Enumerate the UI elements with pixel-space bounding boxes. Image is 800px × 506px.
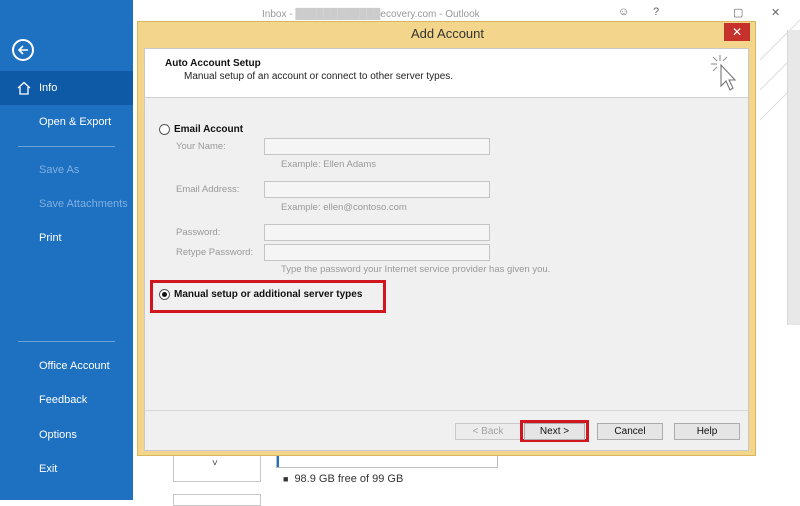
background-scrollbar[interactable]: [787, 30, 800, 325]
retype-password-label: Retype Password:: [176, 247, 254, 258]
cancel-button[interactable]: Cancel: [597, 423, 663, 440]
auto-setup-cursor-icon: [711, 55, 737, 91]
sidebar-item-label: Info: [39, 82, 58, 94]
home-icon: [17, 81, 31, 95]
back-nav-button[interactable]: < Back: [455, 423, 521, 440]
backstage-sidebar: Info Open & Export Save As Save Attachme…: [0, 0, 133, 500]
dialog-title: Add Account: [411, 26, 484, 41]
sidebar-item-label: Save As: [39, 164, 80, 176]
sidebar-item-info[interactable]: Info: [0, 71, 133, 105]
sidebar-item-feedback[interactable]: Feedback: [0, 383, 133, 417]
add-account-dialog: Add Account ✕ Auto Account Setup Manual …: [137, 21, 756, 456]
sidebar-item-print[interactable]: Print: [0, 221, 133, 255]
manual-setup-label[interactable]: Manual setup or additional server types: [174, 289, 362, 300]
sidebar-item-options[interactable]: Options: [0, 418, 133, 452]
sidebar-item-label: Exit: [39, 463, 58, 475]
sidebar-item-save-attachments: Save Attachments: [0, 187, 133, 221]
header-title: Auto Account Setup: [165, 58, 261, 69]
sidebar-divider: [18, 341, 115, 342]
dialog-header: Auto Account Setup Manual setup of an ac…: [145, 49, 748, 98]
back-button[interactable]: [12, 39, 34, 61]
email-account-label[interactable]: Email Account: [174, 124, 243, 135]
close-icon: ✕: [731, 25, 743, 39]
dialog-content: Auto Account Setup Manual setup of an ac…: [144, 48, 749, 451]
sidebar-item-open-export[interactable]: Open & Export: [0, 105, 133, 139]
email-account-radio[interactable]: [159, 124, 170, 135]
sidebar-item-label: Open & Export: [39, 116, 112, 128]
sidebar-item-label: Save Attachments: [39, 198, 128, 210]
email-address-label: Email Address:: [176, 184, 240, 195]
your-name-hint: Example: Ellen Adams: [281, 159, 377, 170]
sidebar-item-office-account[interactable]: Office Account: [0, 349, 133, 383]
password-label: Password:: [176, 227, 221, 238]
your-name-input[interactable]: [264, 138, 490, 155]
sidebar-item-label: Print: [39, 232, 62, 244]
restore-icon[interactable]: ▢: [733, 6, 743, 19]
storage-free-text: ■ 98.9 GB free of 99 GB: [283, 473, 404, 485]
header-subtitle: Manual setup of an account or connect to…: [184, 71, 454, 82]
help-button[interactable]: Help: [674, 423, 740, 440]
email-address-hint: Example: ellen@contoso.com: [281, 202, 407, 213]
dialog-close-button[interactable]: ✕: [724, 23, 750, 41]
sidebar-item-exit[interactable]: Exit: [0, 452, 133, 486]
password-hint: Type the password your Internet service …: [281, 264, 551, 275]
help-icon[interactable]: ?: [653, 6, 659, 18]
mailbox-cleanup-button[interactable]: [173, 494, 261, 506]
manual-setup-radio[interactable]: [159, 289, 170, 300]
back-arrow-icon: [17, 45, 28, 55]
account-icon[interactable]: ☺: [618, 6, 629, 18]
sidebar-item-label: Options: [39, 429, 77, 441]
next-button[interactable]: Next >: [524, 423, 585, 440]
sidebar-item-label: Feedback: [39, 394, 88, 406]
button-row-divider: [145, 410, 748, 411]
retype-password-input[interactable]: [264, 244, 490, 261]
email-address-input[interactable]: [264, 181, 490, 198]
sidebar-item-save-as: Save As: [0, 153, 133, 187]
password-input[interactable]: [264, 224, 490, 241]
window-title: Inbox - ████████████ecovery.com - Outloo…: [262, 9, 480, 20]
sidebar-divider: [18, 146, 115, 147]
your-name-label: Your Name:: [176, 141, 226, 152]
chevron-down-icon: ˅: [212, 458, 218, 469]
sidebar-item-label: Office Account: [39, 360, 110, 372]
